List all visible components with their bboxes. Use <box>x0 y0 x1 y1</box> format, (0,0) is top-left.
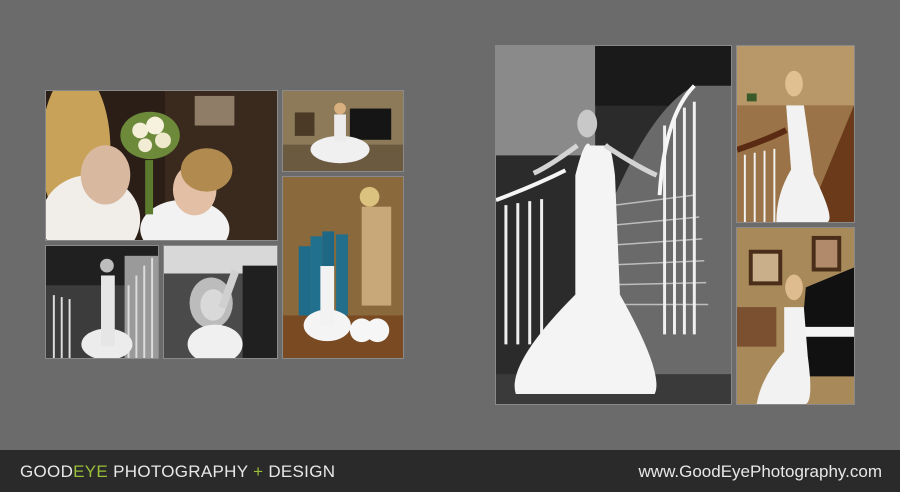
photo-bride-staircase-small <box>45 245 159 359</box>
photo-bride-piano-room <box>282 90 404 172</box>
footer-bar: GOODEYE PHOTOGRAPHY + DESIGN www.GoodEye… <box>0 450 900 492</box>
photo-bride-banister-color <box>736 45 855 223</box>
photo-bouquet-flower-girl <box>45 90 278 241</box>
photo-bride-at-piano <box>736 227 855 405</box>
brand-design: DESIGN <box>263 462 336 481</box>
photo-bride-grand-staircase <box>495 45 732 405</box>
brand-plus: + <box>253 462 264 481</box>
brand-eye: EYE <box>73 462 109 481</box>
photo-bridal-party <box>282 176 404 359</box>
brand-photography: PHOTOGRAPHY <box>108 462 254 481</box>
brand-logo-text: GOODEYE PHOTOGRAPHY + DESIGN <box>20 462 335 482</box>
website-link[interactable]: www.GoodEyePhotography.com <box>639 462 882 482</box>
brand-good: GOOD <box>20 462 74 481</box>
photo-bride-portrait-bw <box>163 245 278 359</box>
